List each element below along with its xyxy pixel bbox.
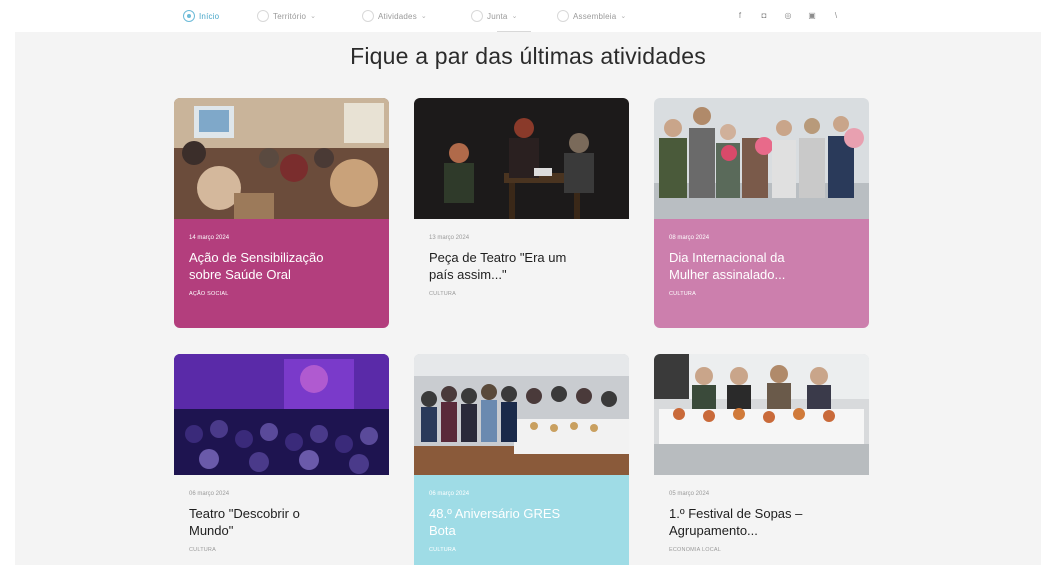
nav-item-label: Início [199, 11, 220, 21]
card-body: 05 março 2024 1.º Festival de Sopas – Agr… [654, 475, 869, 563]
map-icon [257, 10, 269, 22]
card-date: 13 março 2024 [429, 235, 470, 241]
card-category[interactable]: CULTURA [429, 291, 614, 297]
home-icon [183, 10, 195, 22]
card-title[interactable]: Dia Internacional da Mulher assinalado... [669, 249, 854, 283]
card-category[interactable]: CULTURA [429, 547, 614, 553]
instagram-icon[interactable]: ◘ [758, 10, 770, 22]
rss-icon[interactable]: \ [830, 10, 842, 22]
activity-photo[interactable] [414, 98, 629, 219]
card-title[interactable]: 48.º Aniversário GRES Bota [429, 505, 614, 539]
card-body: 06 março 2024 Teatro "Descobrir o Mundo" … [174, 475, 389, 563]
card-title[interactable]: Ação de Sensibilização sobre Saúde Oral [189, 249, 374, 283]
chevron-down-icon: ⌄ [310, 13, 317, 20]
card-title[interactable]: Peça de Teatro "Era um país assim..." [429, 249, 614, 283]
chevron-down-icon: ⌄ [420, 13, 427, 20]
activity-photo[interactable] [174, 98, 389, 219]
section-heading: Fique a par das últimas atividades [350, 43, 706, 69]
nav-item-label: Atividades [378, 11, 417, 21]
chevron-down-icon: ⌄ [511, 13, 518, 20]
card-date: 14 março 2024 [189, 235, 230, 241]
card-date: 06 março 2024 [429, 491, 470, 497]
activity-photo[interactable] [414, 354, 629, 475]
activity-photo[interactable] [654, 98, 869, 219]
card-date: 06 março 2024 [189, 491, 230, 497]
chevron-down-icon: ⌄ [620, 13, 627, 20]
card-category[interactable]: ECONOMIA LOCAL [669, 547, 854, 553]
nav-item-label: Junta [487, 11, 508, 21]
card-date: 05 março 2024 [669, 491, 710, 497]
youtube-icon[interactable]: ▣ [806, 10, 818, 22]
nav-item-territorio[interactable]: Território ⌄ [257, 9, 316, 23]
activity-card[interactable]: 06 março 2024 48.º Aniversário GRES Bota … [414, 354, 629, 565]
nav-item-atividades[interactable]: Atividades ⌄ [362, 9, 427, 23]
activity-photo[interactable] [654, 354, 869, 475]
card-body: 13 março 2024 Peça de Teatro "Era um país… [414, 219, 629, 307]
nav-item-label: Assembleia [573, 11, 617, 21]
facebook-icon[interactable]: f [734, 10, 746, 22]
nav-item-junta[interactable]: Junta ⌄ [471, 9, 518, 23]
activity-photo[interactable] [174, 354, 389, 475]
nav-item-assembleia[interactable]: Assembleia ⌄ [557, 9, 626, 23]
card-category[interactable]: AÇÃO SOCIAL [189, 291, 374, 297]
nav-item-label: Território [273, 11, 307, 21]
card-category[interactable]: CULTURA [669, 291, 854, 297]
activity-card[interactable]: 05 março 2024 1.º Festival de Sopas – Agr… [654, 354, 869, 563]
calendar-icon [362, 10, 374, 22]
card-category[interactable]: CULTURA [189, 547, 374, 553]
card-title[interactable]: 1.º Festival de Sopas – Agrupamento... [669, 505, 854, 539]
card-body: 14 março 2024 Ação de Sensibilização sobr… [174, 219, 389, 328]
activities-section: Fique a par das últimas atividades 14 ma… [15, 32, 1041, 565]
activity-card[interactable]: 14 março 2024 Ação de Sensibilização sobr… [174, 98, 389, 328]
card-body: 06 março 2024 48.º Aniversário GRES Bota … [414, 475, 629, 565]
activity-card[interactable]: 08 março 2024 Dia Internacional da Mulher… [654, 98, 869, 328]
card-title[interactable]: Teatro "Descobrir o Mundo" [189, 505, 374, 539]
card-body: 08 março 2024 Dia Internacional da Mulher… [654, 219, 869, 328]
card-date: 08 março 2024 [669, 235, 710, 241]
top-navigation: Início Território ⌄ Atividades ⌄ Junta ⌄… [0, 0, 1056, 33]
whatsapp-icon[interactable]: ◎ [782, 10, 794, 22]
activity-card[interactable]: 13 março 2024 Peça de Teatro "Era um país… [414, 98, 629, 307]
activity-card[interactable]: 06 março 2024 Teatro "Descobrir o Mundo" … [174, 354, 389, 563]
building-icon [471, 10, 483, 22]
nav-item-inicio[interactable]: Início [183, 9, 219, 23]
people-icon [557, 10, 569, 22]
